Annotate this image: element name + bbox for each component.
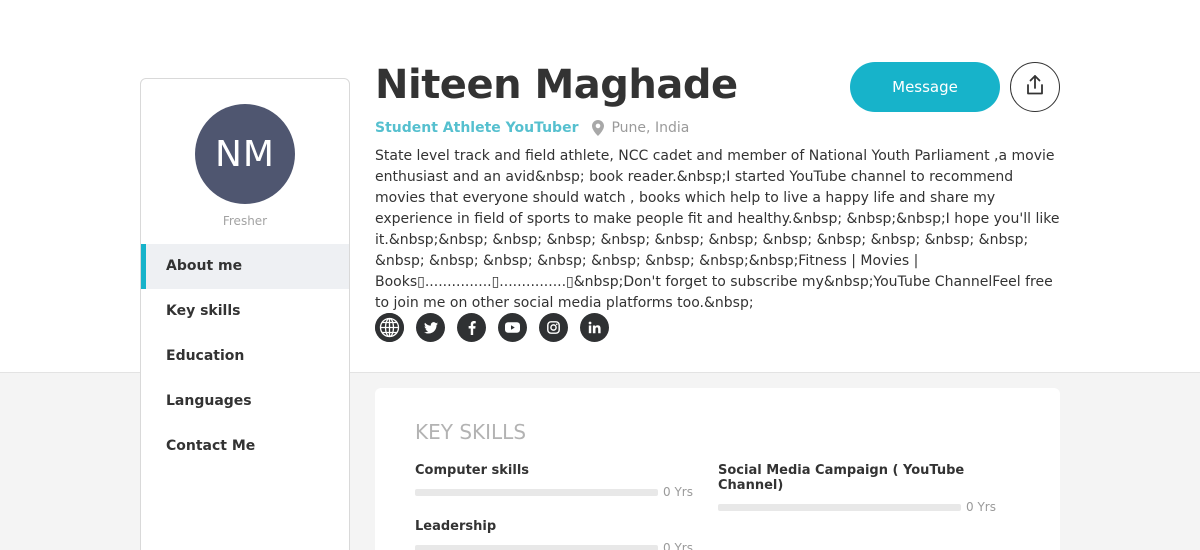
youtube-icon[interactable] — [498, 313, 527, 342]
skill-bar — [415, 544, 658, 550]
linkedin-icon[interactable] — [580, 313, 609, 342]
skill-years: 0 Yrs — [966, 500, 996, 514]
location-pin-icon — [592, 120, 605, 136]
skill-years: 0 Yrs — [663, 541, 693, 550]
profile-location: Pune, India — [611, 120, 690, 136]
globe-icon[interactable] — [375, 313, 404, 342]
avatar-initials: NM — [215, 133, 275, 175]
skill-item: Social Media Campaign ( YouTube Channel)… — [718, 463, 998, 514]
profile-bio: State level track and field athlete, NCC… — [375, 148, 1060, 311]
message-button[interactable]: Message — [850, 62, 1000, 112]
nav-item-contact-me[interactable]: Contact Me — [141, 424, 349, 469]
profile-sidebar: NM Fresher About me Key skills Education… — [140, 78, 350, 550]
social-links — [375, 313, 609, 342]
skill-years: 0 Yrs — [663, 485, 693, 499]
profile-meta: Student Athlete YouTuber Pune, India — [375, 120, 689, 136]
share-icon — [1025, 74, 1045, 100]
skill-name: Social Media Campaign ( YouTube Channel) — [718, 463, 965, 493]
nav-item-about-me[interactable]: About me — [141, 244, 349, 289]
skill-bar — [718, 503, 961, 511]
avatar: NM — [195, 104, 295, 204]
instagram-icon[interactable] — [539, 313, 568, 342]
profile-headline: Student Athlete YouTuber — [375, 120, 579, 136]
nav-item-key-skills[interactable]: Key skills — [141, 289, 349, 334]
key-skills-card: KEY SKILLS Computer skills 0 Yrs Social … — [375, 388, 1060, 550]
skill-name: Computer skills — [415, 463, 530, 478]
skill-item: Leadership 0 Yrs — [415, 519, 695, 550]
profile-name: Niteen Maghade — [375, 62, 738, 108]
facebook-icon[interactable] — [457, 313, 486, 342]
share-button[interactable] — [1010, 62, 1060, 112]
nav-item-languages[interactable]: Languages — [141, 379, 349, 424]
nav-item-education[interactable]: Education — [141, 334, 349, 379]
skill-item: Computer skills 0 Yrs — [415, 463, 695, 499]
sidebar-nav: About me Key skills Education Languages … — [141, 244, 349, 469]
status-label: Fresher — [222, 214, 268, 228]
skill-bar — [415, 488, 658, 496]
skill-name: Leadership — [415, 519, 497, 534]
twitter-icon[interactable] — [416, 313, 445, 342]
key-skills-title: KEY SKILLS — [415, 420, 527, 444]
